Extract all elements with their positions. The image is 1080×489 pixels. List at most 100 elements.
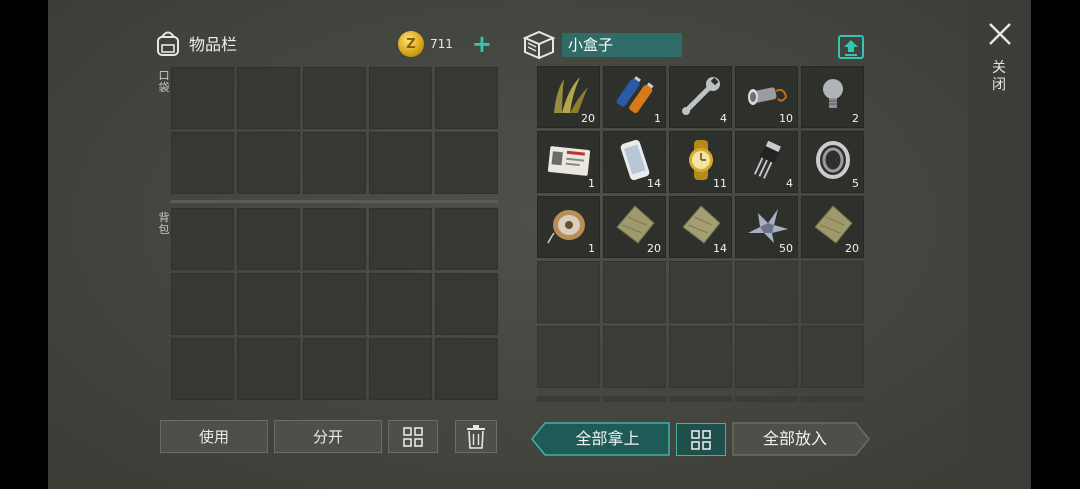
backpack-slot[interactable] bbox=[303, 338, 366, 400]
put-all-label: 全部放入 bbox=[762, 429, 827, 448]
container-slot[interactable] bbox=[735, 326, 798, 388]
container-slot[interactable]: 10 bbox=[735, 66, 798, 128]
container-header: 小盒子 bbox=[522, 29, 682, 61]
container-slot[interactable] bbox=[603, 261, 666, 323]
container-slot[interactable]: 14 bbox=[603, 131, 666, 193]
backpack-grid bbox=[171, 208, 498, 400]
container-slot[interactable]: 5 bbox=[801, 131, 864, 193]
pocket-slot[interactable] bbox=[237, 132, 300, 194]
trash-icon bbox=[467, 424, 485, 449]
wire-spool-icon bbox=[547, 210, 585, 244]
battery-icon bbox=[616, 76, 654, 113]
backpack-slot[interactable] bbox=[369, 338, 432, 400]
backpack-slot[interactable] bbox=[171, 338, 234, 400]
backpack-slot[interactable] bbox=[171, 273, 234, 335]
item-count: 4 bbox=[720, 112, 727, 125]
take-all-label: 全部拿上 bbox=[575, 429, 640, 448]
pocket-slot[interactable] bbox=[171, 132, 234, 194]
inventory-header: 物品栏 bbox=[153, 28, 237, 58]
plant-fiber-icon bbox=[554, 77, 588, 113]
item-count: 4 bbox=[786, 177, 793, 190]
backpack-icon bbox=[157, 31, 179, 56]
backpack-slot[interactable] bbox=[303, 208, 366, 270]
pocket-slot[interactable] bbox=[435, 67, 498, 129]
item-count: 20 bbox=[581, 112, 595, 125]
pocket-slot[interactable] bbox=[303, 132, 366, 194]
pocket-slot[interactable] bbox=[303, 67, 366, 129]
box-icon bbox=[522, 30, 556, 60]
transistor-icon bbox=[754, 140, 781, 179]
backpack-slot[interactable] bbox=[435, 273, 498, 335]
item-count: 50 bbox=[779, 242, 793, 255]
backpack-slot[interactable] bbox=[369, 273, 432, 335]
wrench-icon bbox=[682, 77, 720, 115]
pocket-grid bbox=[171, 67, 498, 194]
pocket-label: 口袋 bbox=[158, 69, 170, 94]
container-slot[interactable]: 20 bbox=[603, 196, 666, 258]
pocket-slot[interactable] bbox=[369, 67, 432, 129]
container-slot[interactable]: 14 bbox=[669, 196, 732, 258]
backpack-slot[interactable] bbox=[171, 208, 234, 270]
container-slot[interactable]: 11 bbox=[669, 131, 732, 193]
backpack-slot[interactable] bbox=[237, 208, 300, 270]
container-slot[interactable] bbox=[735, 261, 798, 323]
container-slot bbox=[735, 396, 798, 402]
item-count: 20 bbox=[647, 242, 661, 255]
item-count: 1 bbox=[654, 112, 661, 125]
backpack-slot[interactable] bbox=[369, 208, 432, 270]
backpack-slot[interactable] bbox=[237, 273, 300, 335]
cloth-scrap-icon bbox=[616, 205, 655, 244]
backpack-slot[interactable] bbox=[237, 338, 300, 400]
item-count: 2 bbox=[852, 112, 859, 125]
container-slot[interactable]: 2 bbox=[801, 66, 864, 128]
container-slot bbox=[537, 396, 600, 402]
backpack-slot[interactable] bbox=[435, 338, 498, 400]
inventory-title: 物品栏 bbox=[189, 35, 238, 54]
container-slot[interactable] bbox=[669, 261, 732, 323]
close-icon[interactable] bbox=[986, 20, 1014, 48]
use-button[interactable]: 使用 bbox=[160, 420, 268, 453]
container-slot[interactable] bbox=[801, 326, 864, 388]
container-slot[interactable]: 20 bbox=[801, 196, 864, 258]
item-count: 1 bbox=[588, 242, 595, 255]
item-count: 1 bbox=[588, 177, 595, 190]
take-all-button[interactable]: 全部拿上 bbox=[531, 422, 670, 456]
light-bulb-icon bbox=[823, 79, 843, 111]
coin-icon: Z bbox=[398, 31, 424, 57]
container-sort-button[interactable] bbox=[676, 423, 726, 456]
container-slot[interactable]: 20 bbox=[537, 66, 600, 128]
container-slot[interactable] bbox=[801, 261, 864, 323]
close-label[interactable]: 关闭 bbox=[990, 60, 1008, 94]
container-slot[interactable]: 4 bbox=[669, 66, 732, 128]
pocket-slot[interactable] bbox=[369, 132, 432, 194]
split-button[interactable]: 分开 bbox=[274, 420, 382, 453]
container-slot[interactable]: 1 bbox=[537, 196, 600, 258]
upload-icon[interactable] bbox=[838, 35, 864, 59]
pocket-slot[interactable] bbox=[237, 67, 300, 129]
grid-sort-icon bbox=[403, 426, 423, 447]
item-count: 14 bbox=[647, 177, 661, 190]
container-slot[interactable]: 4 bbox=[735, 131, 798, 193]
item-count: 11 bbox=[713, 177, 727, 190]
container-slot[interactable]: 1 bbox=[537, 131, 600, 193]
backpack-slot[interactable] bbox=[303, 273, 366, 335]
add-coins-button[interactable]: + bbox=[472, 31, 492, 57]
container-slot bbox=[801, 396, 864, 402]
grid-sort-icon bbox=[691, 429, 711, 450]
container-grid-overflow bbox=[537, 396, 864, 402]
pocket-slot[interactable] bbox=[435, 132, 498, 194]
container-grid: 20 1 4 10 2 1 14 11 4 5 1 20 14 50 20 bbox=[537, 66, 864, 388]
container-slot[interactable] bbox=[669, 326, 732, 388]
container-slot[interactable]: 50 bbox=[735, 196, 798, 258]
container-slot[interactable] bbox=[537, 326, 600, 388]
container-slot[interactable] bbox=[603, 326, 666, 388]
container-slot[interactable] bbox=[537, 261, 600, 323]
pocket-slot[interactable] bbox=[171, 67, 234, 129]
container-slot[interactable]: 1 bbox=[603, 66, 666, 128]
backpack-slot[interactable] bbox=[435, 208, 498, 270]
put-all-button[interactable]: 全部放入 bbox=[732, 422, 870, 456]
sort-grid-button[interactable] bbox=[388, 420, 438, 453]
id-card-icon bbox=[547, 146, 591, 176]
delete-button[interactable] bbox=[455, 420, 497, 453]
metal-scrap-icon bbox=[748, 209, 788, 243]
